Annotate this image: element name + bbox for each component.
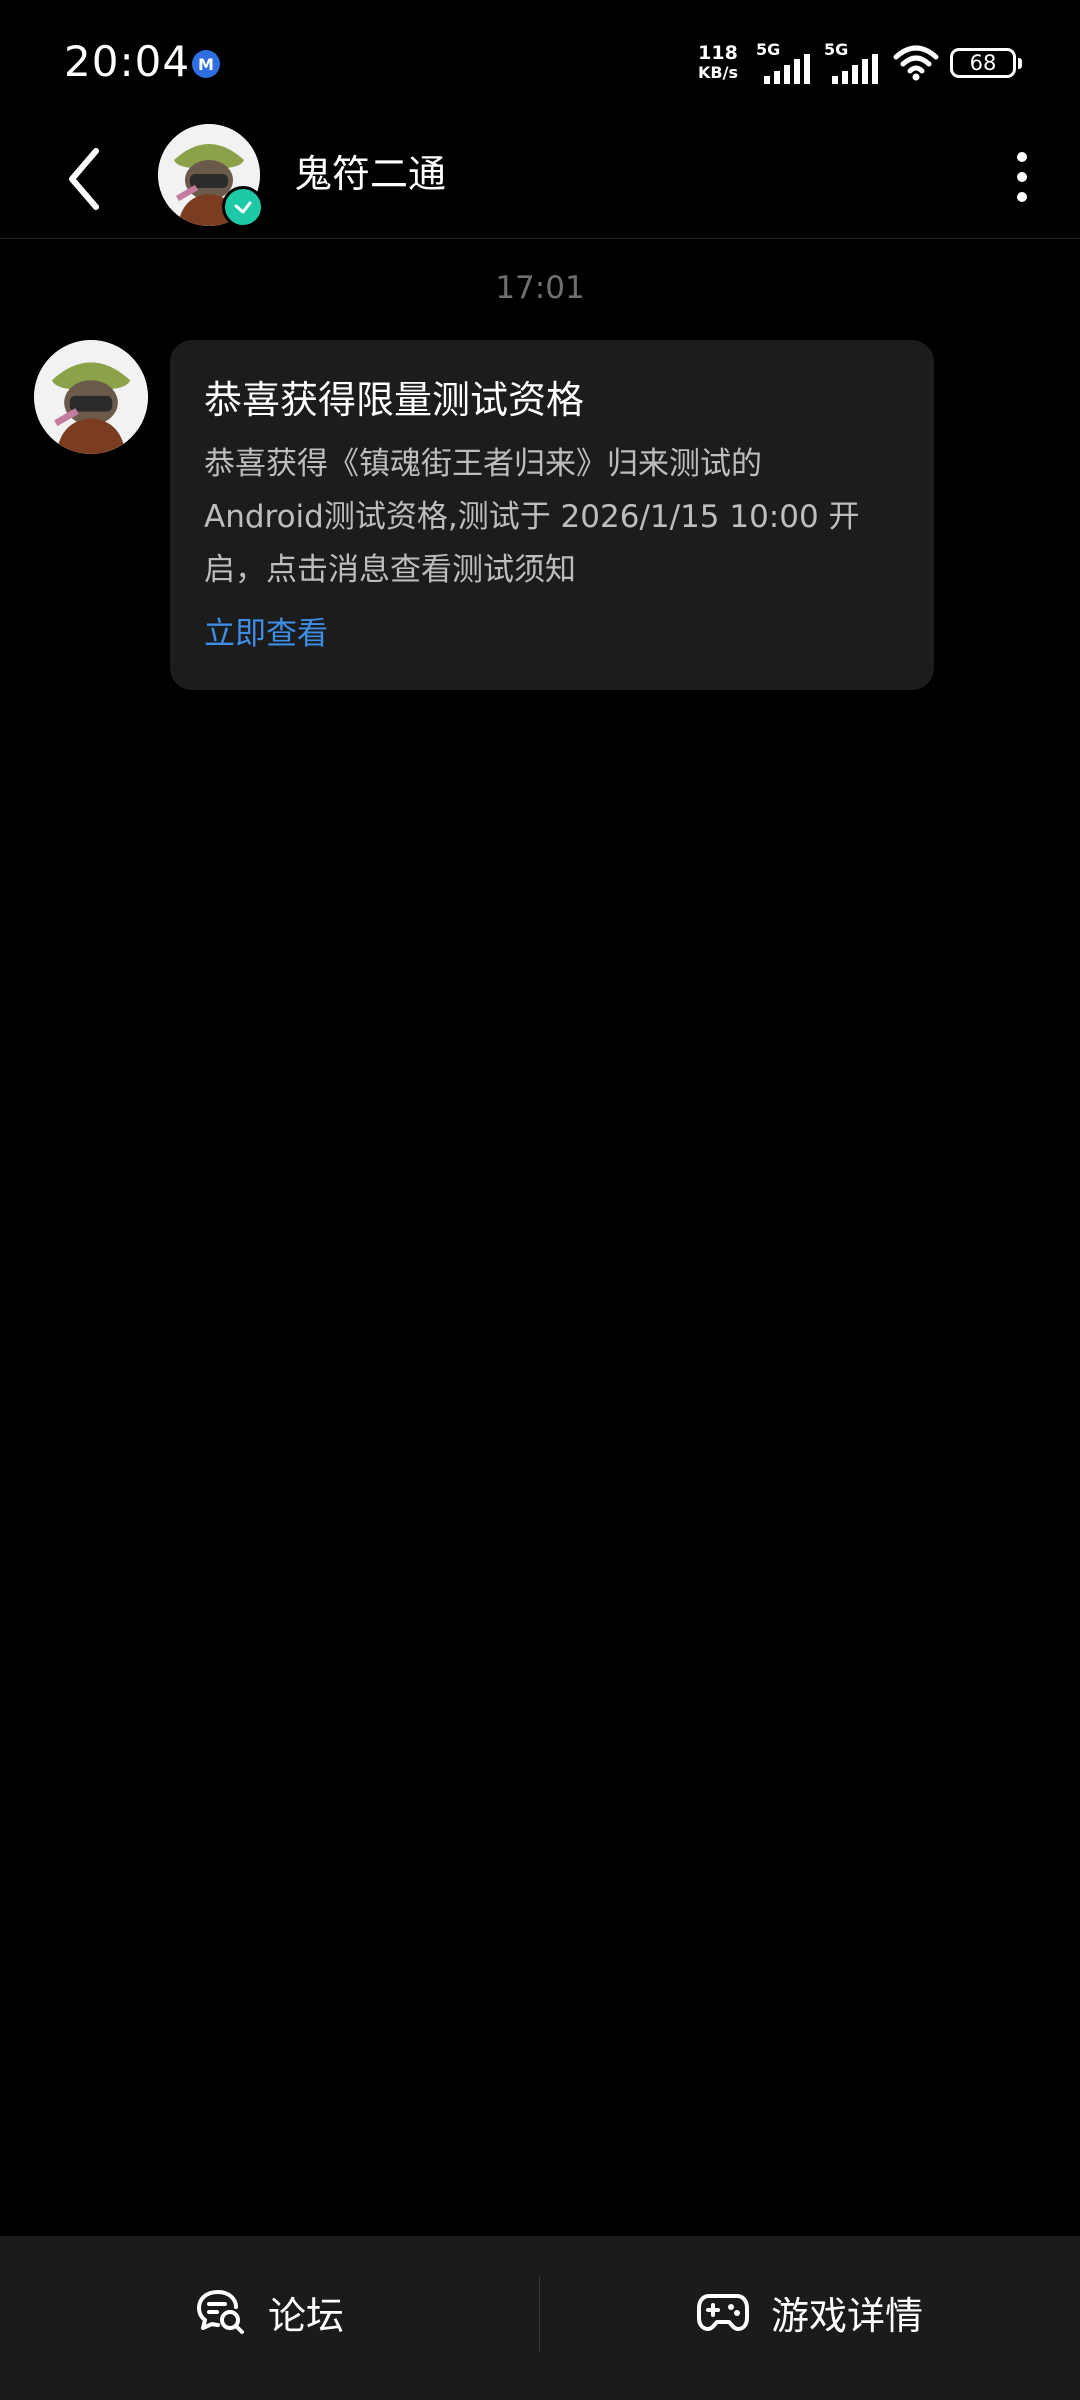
- verified-check-icon: [222, 186, 264, 228]
- sim2-signal-icon: 5G: [824, 40, 882, 86]
- bottom-action-bar: 论坛 游戏详情: [0, 2236, 1080, 2400]
- message-body: 恭喜获得《镇魂街王者归来》归来测试的 Android测试资格,测试于 2026/…: [204, 438, 900, 597]
- status-bar: 20:04 M 118 KB/s 5G 5G 68: [0, 0, 1080, 124]
- view-now-link[interactable]: 立即查看: [204, 609, 328, 659]
- more-options-button[interactable]: [992, 142, 1052, 212]
- forum-chat-icon: [196, 2290, 244, 2334]
- message-title: 恭喜获得限量测试资格: [204, 378, 585, 422]
- message-body-line: Android测试资格,测试于 2026/1/15 10:00 开: [204, 499, 860, 535]
- network-speed-unit: KB/s: [698, 63, 738, 82]
- back-button[interactable]: [52, 134, 116, 224]
- sender-avatar[interactable]: [34, 340, 148, 454]
- app-notification-icon: M: [192, 50, 220, 78]
- forum-button[interactable]: 论坛: [0, 2236, 540, 2400]
- message-bubble[interactable]: 恭喜获得限量测试资格 恭喜获得《镇魂街王者归来》归来测试的 Android测试资…: [170, 340, 934, 690]
- battery-level: 68: [969, 51, 997, 75]
- wifi-icon: [893, 45, 939, 81]
- chat-title: 鬼符二通: [294, 152, 447, 196]
- battery-icon: 68: [950, 48, 1022, 78]
- bottom-divider: [539, 2276, 540, 2352]
- network-speed-value: 118: [698, 42, 738, 64]
- sim1-signal-icon: 5G: [756, 40, 814, 86]
- gamepad-icon: [696, 2294, 749, 2331]
- message-timestamp: 17:01: [495, 270, 585, 306]
- game-details-label: 游戏详情: [770, 2293, 923, 2338]
- chat-header: 鬼符二通: [0, 124, 1080, 239]
- chevron-left-icon: [69, 148, 99, 210]
- message-body-line: 启，点击消息查看测试须知: [204, 552, 576, 588]
- status-time: 20:04: [64, 37, 191, 86]
- game-details-button[interactable]: 游戏详情: [540, 2236, 1080, 2400]
- message-body-line: 恭喜获得《镇魂街王者归来》归来测试的: [204, 446, 762, 482]
- header-avatar[interactable]: [158, 124, 264, 228]
- status-indicators: 118 KB/s 5G 5G 68: [698, 38, 1022, 88]
- more-vertical-icon: [1017, 152, 1027, 162]
- network-speed: 118 KB/s: [698, 42, 738, 83]
- forum-label: 论坛: [267, 2293, 344, 2338]
